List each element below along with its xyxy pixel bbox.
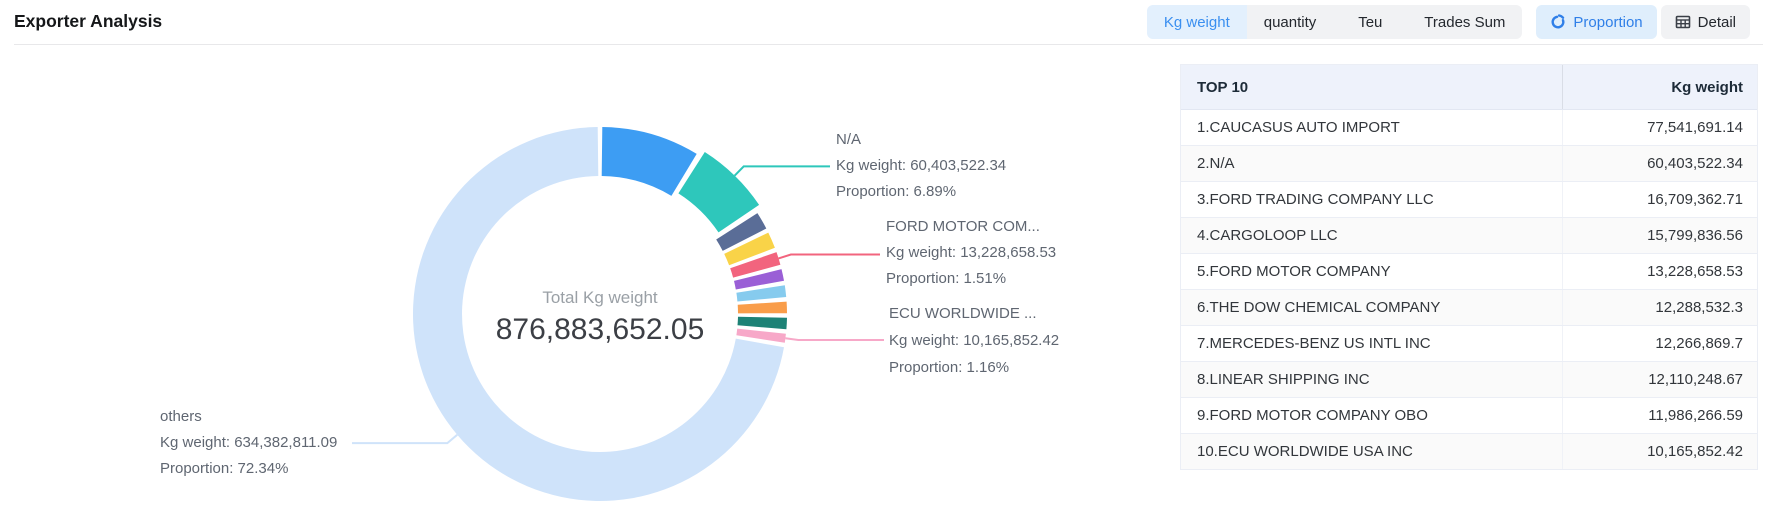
table-row: 6.THE DOW CHEMICAL COMPANY 12,288,532.3 <box>1181 290 1757 326</box>
table-row: 5.FORD MOTOR COMPANY 13,228,658.53 <box>1181 254 1757 290</box>
table-row-value: 11,986,266.59 <box>1563 398 1757 433</box>
table-row-value: 12,288,532.3 <box>1563 290 1757 325</box>
table-header-top10: TOP 10 <box>1181 65 1563 109</box>
callout-proportion: Proportion: 6.89% <box>836 179 1006 205</box>
table-row-name: 4.CARGOLOOP LLC <box>1181 218 1563 253</box>
table-row-name: 5.FORD MOTOR COMPANY <box>1181 254 1563 289</box>
callout-kg-weight: Kg weight: 60,403,522.34 <box>836 153 1006 179</box>
callout-proportion: Proportion: 1.16% <box>889 354 1059 381</box>
table-row-name: 2.N/A <box>1181 146 1563 181</box>
table-row-name: 9.FORD MOTOR COMPANY OBO <box>1181 398 1563 433</box>
table-row-name: 10.ECU WORLDWIDE USA INC <box>1181 434 1563 469</box>
table-row: 7.MERCEDES-BENZ US INTL INC 12,266,869.7 <box>1181 326 1757 362</box>
table-row: 4.CARGOLOOP LLC 15,799,836.56 <box>1181 218 1757 254</box>
table-row: 8.LINEAR SHIPPING INC 12,110,248.67 <box>1181 362 1757 398</box>
table-header-row: TOP 10 Kg weight <box>1181 65 1757 110</box>
label-line <box>735 166 830 175</box>
table-header-kg-weight: Kg weight <box>1563 65 1757 109</box>
chart-callout-others: others Kg weight: 634,382,811.09 Proport… <box>160 404 337 482</box>
label-line <box>779 255 881 259</box>
table-body: 1.CAUCASUS AUTO IMPORT 77,541,691.14 2.N… <box>1181 110 1757 470</box>
donut-center-value: 876,883,652.05 <box>450 313 750 347</box>
table-row: 10.ECU WORLDWIDE USA INC 10,165,852.42 <box>1181 434 1757 470</box>
donut-center-label: Total Kg weight 876,883,652.05 <box>450 288 750 347</box>
table-row-name: 1.CAUCASUS AUTO IMPORT <box>1181 110 1563 145</box>
table-row-name: 6.THE DOW CHEMICAL COMPANY <box>1181 290 1563 325</box>
table-row: 9.FORD MOTOR COMPANY OBO 11,986,266.59 <box>1181 398 1757 434</box>
callout-proportion: Proportion: 72.34% <box>160 456 337 482</box>
table-row-value: 77,541,691.14 <box>1563 110 1757 145</box>
callout-title: ECU WORLDWIDE ... <box>889 300 1059 327</box>
table-row-name: 7.MERCEDES-BENZ US INTL INC <box>1181 326 1563 361</box>
callout-title: N/A <box>836 127 1006 153</box>
table-row-name: 8.LINEAR SHIPPING INC <box>1181 362 1563 397</box>
donut-center-title: Total Kg weight <box>450 288 750 308</box>
table-row-value: 15,799,836.56 <box>1563 218 1757 253</box>
label-line <box>785 338 884 340</box>
table-row: 2.N/A 60,403,522.34 <box>1181 146 1757 182</box>
table-row-value: 10,165,852.42 <box>1563 434 1757 469</box>
callout-title: FORD MOTOR COM... <box>886 214 1056 240</box>
callout-title: others <box>160 404 337 430</box>
callout-proportion: Proportion: 1.51% <box>886 266 1056 292</box>
table-row: 1.CAUCASUS AUTO IMPORT 77,541,691.14 <box>1181 110 1757 146</box>
table-row-name: 3.FORD TRADING COMPANY LLC <box>1181 182 1563 217</box>
chart-callout-ford-motor: FORD MOTOR COM... Kg weight: 13,228,658.… <box>886 214 1056 292</box>
chart-callout-na: N/A Kg weight: 60,403,522.34 Proportion:… <box>836 127 1006 205</box>
callout-kg-weight: Kg weight: 13,228,658.53 <box>886 240 1056 266</box>
pie-slice-caucasus-auto-import[interactable] <box>602 127 697 196</box>
label-line <box>352 435 457 443</box>
table-row-value: 13,228,658.53 <box>1563 254 1757 289</box>
top10-table: TOP 10 Kg weight 1.CAUCASUS AUTO IMPORT … <box>1180 64 1758 470</box>
table-row-value: 16,709,362.71 <box>1563 182 1757 217</box>
table-row: 3.FORD TRADING COMPANY LLC 16,709,362.71 <box>1181 182 1757 218</box>
table-row-value: 12,110,248.67 <box>1563 362 1757 397</box>
callout-kg-weight: Kg weight: 10,165,852.42 <box>889 327 1059 354</box>
table-row-value: 12,266,869.7 <box>1563 326 1757 361</box>
chart-callout-ecu-worldwide: ECU WORLDWIDE ... Kg weight: 10,165,852.… <box>889 300 1059 381</box>
table-row-value: 60,403,522.34 <box>1563 146 1757 181</box>
callout-kg-weight: Kg weight: 634,382,811.09 <box>160 430 337 456</box>
